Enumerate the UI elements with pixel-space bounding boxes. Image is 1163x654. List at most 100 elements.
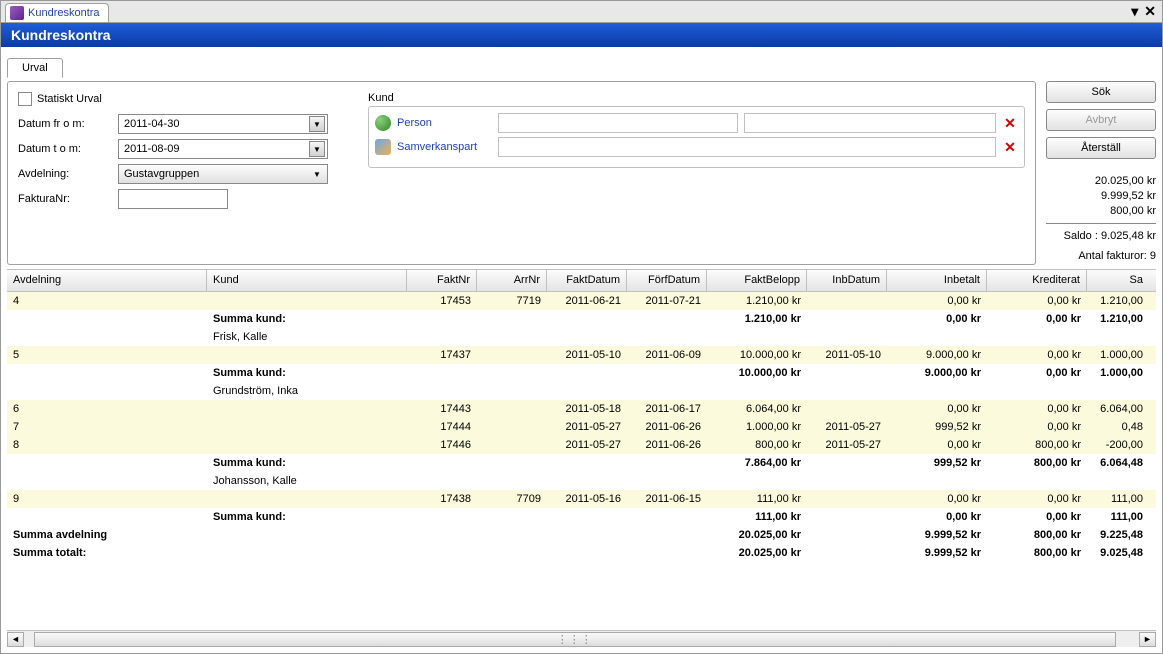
cell xyxy=(477,354,547,356)
col-inbdatum[interactable]: InbDatum xyxy=(807,270,887,291)
datum-to-label: Datum t o m: xyxy=(18,143,118,155)
table-row[interactable]: 41745377192011-06-212011-07-211.210,00 k… xyxy=(7,292,1156,310)
cell xyxy=(7,390,207,392)
cell: 7 xyxy=(7,420,207,434)
col-faktnr[interactable]: FaktNr xyxy=(407,270,477,291)
cell xyxy=(477,318,547,320)
cell: 1.210,00 kr xyxy=(707,294,807,308)
datum-to-input[interactable]: 2011-08-09 ▼ xyxy=(118,139,328,159)
chevron-down-icon[interactable]: ▼ xyxy=(309,141,325,157)
cell xyxy=(207,534,407,536)
cell xyxy=(407,552,477,554)
table-row[interactable]: 7174442011-05-272011-06-261.000,00 kr201… xyxy=(7,418,1156,436)
cell xyxy=(477,516,547,518)
table-row[interactable]: Summa avdelning20.025,00 kr9.999,52 kr80… xyxy=(7,526,1156,544)
person-input-1[interactable] xyxy=(498,113,738,133)
grid-body[interactable]: 41745377192011-06-212011-07-211.210,00 k… xyxy=(7,292,1156,630)
person-input-2[interactable] xyxy=(744,113,996,133)
cell xyxy=(627,318,707,320)
table-row[interactable]: Summa kund:7.864,00 kr999,52 kr800,00 kr… xyxy=(7,454,1156,472)
cell: 4 xyxy=(7,294,207,308)
cell: 2011-06-15 xyxy=(627,492,707,506)
cell: 800,00 kr xyxy=(987,456,1087,470)
col-faktdatum[interactable]: FaktDatum xyxy=(547,270,627,291)
cell xyxy=(407,372,477,374)
table-row[interactable]: 5174372011-05-102011-06-0910.000,00 kr20… xyxy=(7,346,1156,364)
cell: 0,00 kr xyxy=(887,312,987,326)
table-row[interactable]: Summa kund:1.210,00 kr0,00 kr0,00 kr1.21… xyxy=(7,310,1156,328)
col-inbetalt[interactable]: Inbetalt xyxy=(887,270,987,291)
cell xyxy=(477,426,547,428)
table-row[interactable]: Summa totalt:20.025,00 kr9.999,52 kr800,… xyxy=(7,544,1156,562)
cell xyxy=(807,372,887,374)
cell: 2011-06-26 xyxy=(627,420,707,434)
col-forfdatum[interactable]: FörfDatum xyxy=(627,270,707,291)
cell: Grundström, Inka xyxy=(207,384,407,398)
col-saldo[interactable]: Sa xyxy=(1087,270,1149,291)
cell: 9.225,48 xyxy=(1087,528,1149,542)
table-row[interactable]: 8174462011-05-272011-06-26800,00 kr2011-… xyxy=(7,436,1156,454)
minimize-icon[interactable]: ▾ xyxy=(1131,3,1138,20)
table-row[interactable]: Summa kund:111,00 kr0,00 kr0,00 kr111,00 xyxy=(7,508,1156,526)
datum-from-input[interactable]: 2011-04-30 ▼ xyxy=(118,114,328,134)
cell xyxy=(547,390,627,392)
col-arrnr[interactable]: ArrNr xyxy=(477,270,547,291)
scroll-thumb[interactable]: ⋮⋮⋮ xyxy=(34,632,1116,647)
cell xyxy=(7,372,207,374)
cell xyxy=(627,516,707,518)
cell: 8 xyxy=(7,438,207,452)
scroll-left-icon[interactable]: ◄ xyxy=(7,632,24,647)
table-row[interactable]: Summa kund:10.000,00 kr9.000,00 kr0,00 k… xyxy=(7,364,1156,382)
cell: 0,00 kr xyxy=(887,510,987,524)
cell: 1.000,00 xyxy=(1087,348,1149,362)
cell: 2011-05-10 xyxy=(547,348,627,362)
cell xyxy=(987,390,1087,392)
cell xyxy=(807,318,887,320)
partner-input[interactable] xyxy=(498,137,996,157)
scroll-right-icon[interactable]: ► xyxy=(1139,632,1156,647)
cell xyxy=(407,516,477,518)
table-row[interactable]: 6174432011-05-182011-06-176.064,00 kr0,0… xyxy=(7,400,1156,418)
table-row[interactable]: Johansson, Kalle xyxy=(7,472,1156,490)
col-faktbelopp[interactable]: FaktBelopp xyxy=(707,270,807,291)
chevron-down-icon[interactable]: ▼ xyxy=(309,166,325,182)
reset-button[interactable]: Återställ xyxy=(1046,137,1156,159)
cell: 6.064,48 xyxy=(1087,456,1149,470)
search-button[interactable]: Sök xyxy=(1046,81,1156,103)
summary-credit: 800,00 kr xyxy=(1046,205,1156,217)
chevron-down-icon[interactable]: ▼ xyxy=(309,116,325,132)
tab-urval[interactable]: Urval xyxy=(7,58,63,78)
col-avdelning[interactable]: Avdelning xyxy=(7,270,207,291)
clear-person-icon[interactable]: ✕ xyxy=(1002,115,1018,132)
cell: 5 xyxy=(7,348,207,362)
clear-partner-icon[interactable]: ✕ xyxy=(1002,139,1018,156)
cell: Summa kund: xyxy=(207,510,407,524)
avdelning-select[interactable]: Gustavgruppen ▼ xyxy=(118,164,328,184)
horizontal-scrollbar[interactable]: ◄ ⋮⋮⋮ ► xyxy=(7,630,1156,647)
table-row[interactable]: Grundström, Inka xyxy=(7,382,1156,400)
scroll-track[interactable]: ⋮⋮⋮ xyxy=(24,632,1139,647)
cell xyxy=(627,552,707,554)
close-icon[interactable]: ✕ xyxy=(1144,3,1156,20)
col-krediterat[interactable]: Krediterat xyxy=(987,270,1087,291)
cell xyxy=(477,480,547,482)
data-grid: Avdelning Kund FaktNr ArrNr FaktDatum Fö… xyxy=(7,269,1156,647)
statiskt-urval-checkbox[interactable] xyxy=(18,92,32,106)
app-window: Kundreskontra ▾ ✕ Kundreskontra Urval St… xyxy=(0,0,1163,654)
outer-tab-kundreskontra[interactable]: Kundreskontra xyxy=(5,3,109,22)
table-row[interactable]: Frisk, Kalle xyxy=(7,328,1156,346)
person-link[interactable]: Person xyxy=(397,117,492,129)
cell xyxy=(627,534,707,536)
cell xyxy=(477,372,547,374)
partner-link[interactable]: Samverkanspart xyxy=(397,141,492,153)
cell: Frisk, Kalle xyxy=(207,330,407,344)
cell xyxy=(547,534,627,536)
cell xyxy=(547,372,627,374)
cell: 0,00 kr xyxy=(887,492,987,506)
cell xyxy=(7,336,207,338)
fakturanr-input[interactable] xyxy=(118,189,228,209)
cell: 0,00 kr xyxy=(987,492,1087,506)
summary-paid: 9.999,52 kr xyxy=(1046,190,1156,202)
col-kund[interactable]: Kund xyxy=(207,270,407,291)
table-row[interactable]: 91743877092011-05-162011-06-15111,00 kr0… xyxy=(7,490,1156,508)
